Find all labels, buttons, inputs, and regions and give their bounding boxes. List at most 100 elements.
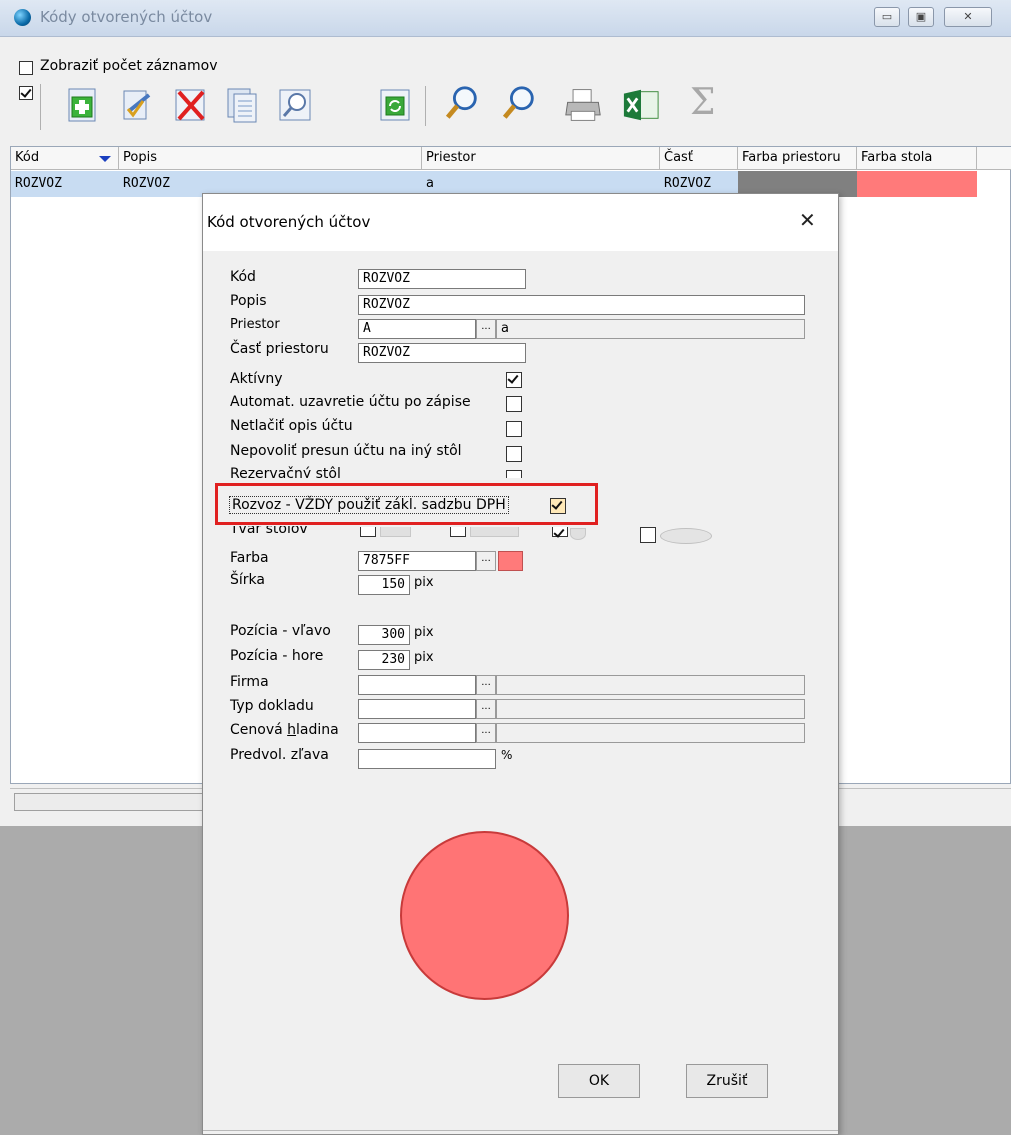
column-header-farba-stola[interactable]: Farba stola [857,147,977,169]
window-title: Kódy otvorených účtov [40,8,213,26]
cast-field[interactable]: ROZVOZ [358,343,526,363]
predvol-zlava-field[interactable] [358,749,496,769]
aktivny-checkbox[interactable] [506,372,522,388]
priestor-label: Priestor [230,317,280,332]
farba-field[interactable]: 7875FF [358,551,476,571]
dialog-title-bar: Kód otvorených účtov ✕ [203,194,838,251]
priestor-browse-button[interactable]: ... [476,319,496,339]
cenova-hladina-browse-button[interactable]: ... [476,723,496,743]
cenova-hladina-label-hotkey: h [287,722,297,738]
typ-dokladu-field[interactable] [358,699,476,719]
sirka-unit: pix [414,575,434,590]
show-count-label: Zobraziť počet záznamov [40,58,218,74]
square-shape-icon [380,527,411,537]
column-header-kod[interactable]: Kód [11,147,119,169]
pozicia-vlavo-label: Pozícia - vľavo [230,623,331,639]
account-code-dialog: Kód otvorených účtov ✕ Kód ROZVOZ Popis … [202,193,839,1135]
reservation-label: Rezervačný stôl [230,466,341,478]
farba-label: Farba [230,550,269,566]
typ-dokladu-label: Typ dokladu [230,698,314,714]
sirka-label: Šírka [230,572,265,588]
color-swatch [498,551,523,571]
cenova-hladina-label-pre: Cenová [230,722,288,738]
column-header-farba-priestoru[interactable]: Farba priestoru [738,147,857,169]
copy-icon[interactable] [224,86,262,124]
cast-label: Časť priestoru [230,341,329,357]
minimize-button[interactable]: ▭ [874,7,900,27]
firma-browse-button[interactable]: ... [476,675,496,695]
dialog-bottom-divider [203,1130,838,1131]
shape-square-checkbox[interactable] [360,527,376,537]
cenova-hladina-field[interactable] [358,723,476,743]
predvol-zlava-label: Predvol. zľava [230,747,329,763]
add-icon[interactable] [64,86,102,124]
kod-field[interactable]: ROZVOZ [358,269,526,289]
auto-close-label: Automat. uzavretie účtu po zápise [230,394,471,410]
shape-ellipse-checkbox[interactable] [640,527,656,543]
close-button[interactable]: ✕ [944,7,992,27]
cell-kod: ROZVOZ [15,176,62,191]
edit-icon[interactable] [120,86,158,124]
aktivny-label: Aktívny [230,371,283,387]
excel-icon[interactable] [622,86,660,124]
no-move-label: Nepovoliť presun účtu na iný stôl [230,443,462,459]
no-move-checkbox[interactable] [506,446,522,462]
print-icon[interactable] [564,86,602,124]
rectangle-shape-icon [470,527,519,537]
column-header-priestor[interactable]: Priestor [422,147,660,169]
typ-dokladu-description [496,699,805,719]
toolbar-separator [40,84,41,130]
no-print-label: Netlačiť opis účtu [230,418,353,434]
ellipse-shape-icon [660,528,712,544]
typ-dokladu-browse-button[interactable]: ... [476,699,496,719]
search-next-icon[interactable] [500,84,538,122]
popis-field[interactable]: ROZVOZ [358,295,805,315]
priestor-description: a [496,319,805,339]
popis-label: Popis [230,293,267,309]
find-icon[interactable] [276,86,314,124]
status-field [14,793,216,811]
delivery-vat-checkbox[interactable] [550,498,566,514]
cenova-hladina-label: Cenová hladina [230,722,339,738]
maximize-button[interactable]: ▣ [908,7,934,27]
column-label: Kód [15,150,40,165]
pozicia-vlavo-unit: pix [414,625,434,640]
delivery-vat-label: Rozvoz - VŽDY použiť zákl. sadzbu DPH [229,496,509,514]
ok-button[interactable]: OK [558,1064,640,1098]
grid-header: Kód Popis Priestor Časť Farba priestoru … [11,147,1011,170]
table-shape-label: Tvar stolov [230,526,308,537]
refresh-icon[interactable] [376,86,414,124]
firma-description [496,675,805,695]
dialog-title: Kód otvorených účtov [207,213,371,231]
delete-icon[interactable] [172,86,210,124]
pozicia-hore-field[interactable]: 230 [358,650,410,670]
shape-rectangle-checkbox[interactable] [450,527,466,537]
cancel-button[interactable]: Zrušiť [686,1064,768,1098]
circle-shape-icon [570,528,586,540]
select-all-checkbox[interactable] [19,86,33,100]
dialog-close-icon[interactable]: ✕ [799,208,816,232]
column-header-cast[interactable]: Časť [660,147,738,169]
farba-picker-button[interactable]: ... [476,551,496,571]
pozicia-vlavo-field[interactable]: 300 [358,625,410,645]
sum-icon[interactable]: Σ [690,82,715,123]
reservation-checkbox[interactable] [506,470,522,478]
toolbar-separator-2 [425,86,426,126]
cenova-hladina-description [496,723,805,743]
auto-close-checkbox[interactable] [506,396,522,412]
column-header-popis[interactable]: Popis [119,147,422,169]
no-print-checkbox[interactable] [506,421,522,437]
show-count-checkbox[interactable] [19,61,33,75]
predvol-zlava-unit: % [501,748,513,762]
shape-circle-checkbox[interactable] [552,527,568,537]
cell-farba-stola [857,171,977,197]
kod-label: Kód [230,269,256,285]
firma-field[interactable] [358,675,476,695]
sirka-field[interactable]: 150 [358,575,410,595]
priestor-field[interactable]: A [358,319,476,339]
pozicia-hore-unit: pix [414,650,434,665]
sort-arrow-icon [99,156,111,162]
firma-label: Firma [230,674,269,690]
search-icon[interactable] [443,84,481,122]
cenova-hladina-label-post: ladina [296,722,339,738]
